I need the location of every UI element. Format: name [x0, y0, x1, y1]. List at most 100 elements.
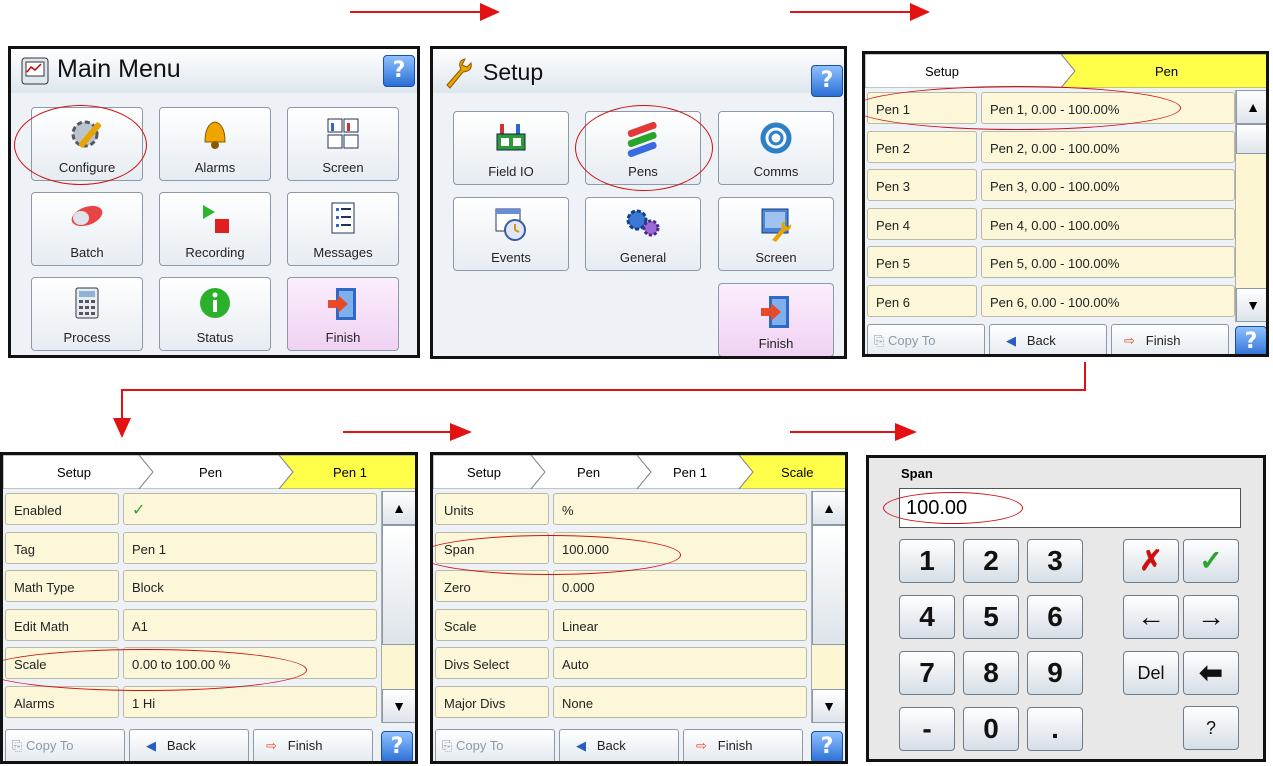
row-value[interactable]: Linear — [553, 608, 807, 641]
scroll-thumb[interactable] — [1236, 124, 1266, 154]
scrollbar[interactable]: ▲ ▼ — [811, 491, 845, 723]
highlight-oval — [433, 535, 681, 575]
row-value[interactable]: ✓ — [123, 493, 377, 525]
key-dot[interactable]: . — [1027, 707, 1083, 751]
field-io-button[interactable]: Field IO — [453, 111, 569, 185]
help-button[interactable]: ? — [811, 731, 843, 761]
row-label: Math Type — [5, 570, 119, 602]
key-1[interactable]: 1 — [899, 539, 955, 583]
breadcrumb-pen1[interactable]: Pen 1 — [333, 465, 367, 480]
key-7[interactable]: 7 — [899, 651, 955, 695]
key-4[interactable]: 4 — [899, 595, 955, 639]
row-value[interactable]: 0.000 — [553, 570, 807, 602]
row-value[interactable]: None — [553, 685, 807, 718]
key-2[interactable]: 2 — [963, 539, 1019, 583]
alarms-button[interactable]: Alarms — [159, 107, 271, 181]
scroll-thumb[interactable] — [382, 525, 415, 645]
breadcrumb-setup[interactable]: Setup — [57, 465, 91, 480]
key-8[interactable]: 8 — [963, 651, 1019, 695]
status-button[interactable]: Status — [159, 277, 271, 351]
row-value[interactable]: Pen 6, 0.00 - 100.00% — [981, 284, 1235, 317]
cursor-left-button[interactable]: ← — [1123, 595, 1179, 639]
back-arrow-icon: ◀ — [1006, 333, 1016, 348]
general-button[interactable]: General — [585, 197, 701, 271]
scroll-down-button[interactable]: ▼ — [812, 689, 845, 723]
recording-label: Recording — [185, 245, 245, 260]
row-value[interactable]: Pen 4, 0.00 - 100.00% — [981, 207, 1235, 240]
key-0[interactable]: 0 — [963, 707, 1019, 751]
row-value[interactable]: Pen 2, 0.00 - 100.00% — [981, 130, 1235, 163]
ok-button[interactable]: ✓ — [1183, 539, 1239, 583]
help-button[interactable]: ? — [381, 731, 413, 761]
finish-button[interactable]: ⇨ Finish — [683, 729, 803, 761]
back-button[interactable]: ◀ Back — [129, 729, 249, 761]
left-arrow-icon: ← — [1137, 601, 1165, 632]
row-value[interactable]: A1 — [123, 608, 377, 641]
cancel-button[interactable]: ✗ — [1123, 539, 1179, 583]
screen-setup-icon — [761, 208, 792, 242]
finish-label: Finish — [758, 336, 794, 351]
row-label: Scale — [435, 608, 549, 641]
key-3[interactable]: 3 — [1027, 539, 1083, 583]
copy-to-button[interactable]: ⎘ Copy To — [435, 729, 555, 761]
help-button[interactable]: ? — [1235, 326, 1266, 354]
key-9[interactable]: 9 — [1027, 651, 1083, 695]
copy-to-button[interactable]: ⎘ Copy To — [867, 324, 985, 354]
breadcrumb-setup[interactable]: Setup — [467, 465, 501, 480]
scale-panel: Setup Pen Pen 1 Scale Units% Span 100.000 Z… — [430, 452, 848, 764]
breadcrumb-pen[interactable]: Pen — [199, 465, 222, 480]
messages-button[interactable]: Messages — [287, 192, 399, 266]
row-value[interactable]: % — [553, 493, 807, 525]
back-button[interactable]: ◀ Back — [989, 324, 1107, 354]
finish-button[interactable]: Finish — [718, 283, 834, 356]
screen-setup-label: Screen — [755, 250, 797, 265]
scroll-down-button[interactable]: ▼ — [382, 689, 415, 723]
scroll-thumb[interactable] — [812, 525, 845, 645]
batch-button[interactable]: Batch — [31, 192, 143, 266]
screen-setup-button[interactable]: Screen — [718, 197, 834, 271]
row-value[interactable]: Pen 5, 0.00 - 100.00% — [981, 246, 1235, 278]
copy-to-button[interactable]: ⎘ Copy To — [5, 729, 125, 761]
breadcrumb-pen1[interactable]: Pen 1 — [673, 465, 707, 480]
scroll-up-button[interactable]: ▲ — [1236, 90, 1266, 124]
key-minus[interactable]: - — [899, 707, 955, 751]
row-label: Pen 4 — [867, 207, 977, 240]
screen-button[interactable]: Screen — [287, 107, 399, 181]
row-value[interactable]: Block — [123, 570, 377, 602]
backspace-button[interactable]: ⬅ — [1183, 651, 1239, 695]
help-button[interactable]: ? — [811, 65, 843, 97]
scroll-up-button[interactable]: ▲ — [812, 491, 845, 525]
cursor-right-button[interactable]: → — [1183, 595, 1239, 639]
delete-button[interactable]: Del — [1123, 651, 1179, 695]
events-button[interactable]: Events — [453, 197, 569, 271]
key-6[interactable]: 6 — [1027, 595, 1083, 639]
breadcrumb-setup[interactable]: Setup — [925, 64, 959, 79]
row-value[interactable]: Pen 1 — [123, 531, 377, 564]
pen1-panel: Setup Pen Pen 1 Enabled ✓ Tag Pen 1 Math Typ… — [0, 452, 418, 764]
exit-door-icon: ⇨ — [1124, 333, 1135, 348]
scrollbar[interactable]: ▲ ▼ — [381, 491, 415, 723]
back-button[interactable]: ◀ Back — [559, 729, 679, 761]
breadcrumb-pen[interactable]: Pen — [577, 465, 600, 480]
scrollbar[interactable]: ▲ ▼ — [1235, 90, 1266, 322]
help-button[interactable]: ? — [383, 55, 415, 87]
row-value[interactable]: Pen 3, 0.00 - 100.00% — [981, 169, 1235, 201]
breadcrumb-pen[interactable]: Pen — [1155, 64, 1178, 79]
copy-icon: ⎘ — [442, 738, 457, 753]
help-button[interactable]: ? — [1183, 706, 1239, 750]
scroll-up-button[interactable]: ▲ — [382, 491, 415, 525]
main-menu-icon — [21, 57, 49, 85]
recording-button[interactable]: Recording — [159, 192, 271, 266]
breadcrumb-scale[interactable]: Scale — [781, 465, 814, 480]
finish-button[interactable]: ⇨ Finish — [1111, 324, 1229, 354]
comms-button[interactable]: Comms — [718, 111, 834, 185]
field-io-icon — [496, 124, 526, 151]
scroll-down-button[interactable]: ▼ — [1236, 288, 1266, 322]
finish-label: Finish — [287, 738, 323, 753]
key-5[interactable]: 5 — [963, 595, 1019, 639]
process-button[interactable]: Process — [31, 277, 143, 351]
copy-icon: ⎘ — [874, 333, 889, 348]
row-value[interactable]: Auto — [553, 647, 807, 679]
finish-button[interactable]: Finish — [287, 277, 399, 351]
finish-button[interactable]: ⇨ Finish — [253, 729, 373, 761]
